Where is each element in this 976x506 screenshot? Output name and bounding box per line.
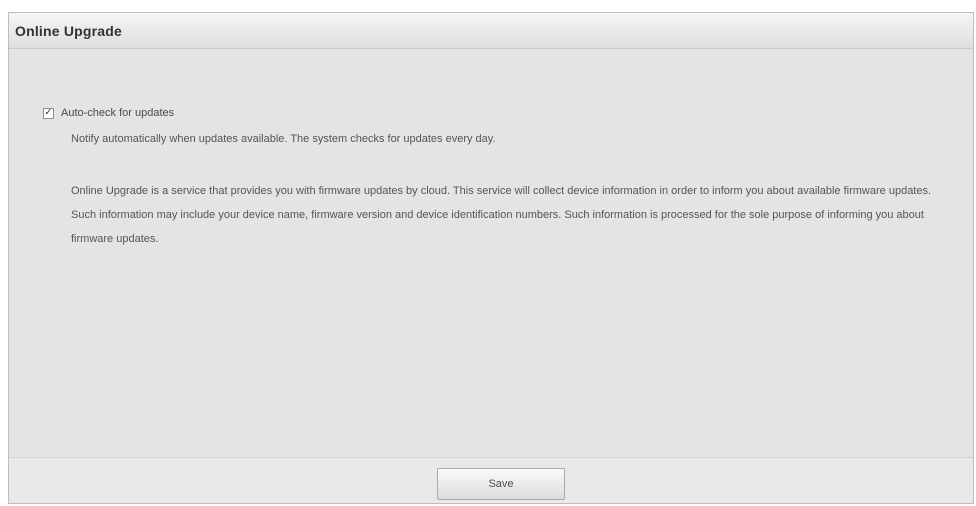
online-upgrade-panel: Online Upgrade ✓ Auto-check for updates … — [8, 12, 974, 504]
auto-check-row: ✓ Auto-check for updates — [43, 107, 174, 119]
auto-check-description: Notify automatically when updates availa… — [71, 133, 496, 145]
auto-check-label[interactable]: Auto-check for updates — [61, 107, 174, 119]
panel-header: Online Upgrade — [9, 13, 973, 49]
panel-footer: Save — [9, 457, 973, 503]
auto-check-checkbox[interactable]: ✓ — [43, 107, 54, 119]
service-info-text: Online Upgrade is a service that provide… — [71, 185, 932, 245]
page-title: Online Upgrade — [15, 22, 123, 39]
panel-content: ✓ Auto-check for updates Notify automati… — [9, 49, 973, 459]
save-button[interactable]: Save — [437, 468, 565, 500]
